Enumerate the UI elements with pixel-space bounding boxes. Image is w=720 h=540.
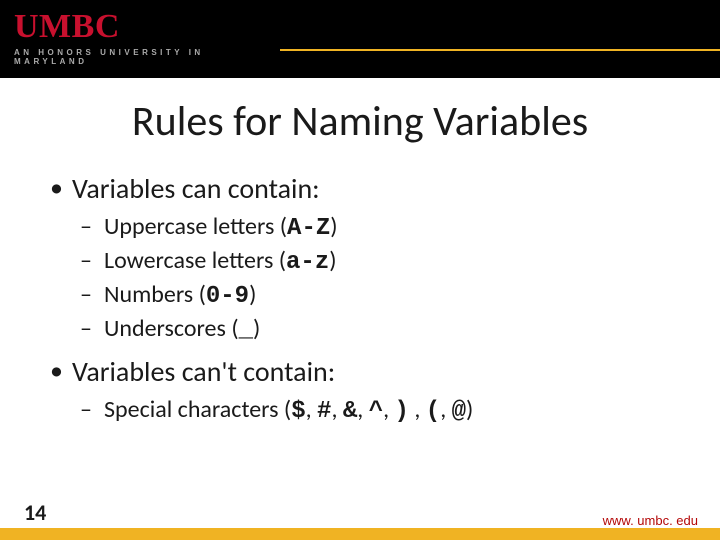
logo-tagline: AN HONORS UNIVERSITY IN MARYLAND: [14, 48, 280, 66]
footer: 14 www. umbc. edu: [0, 522, 720, 540]
bullet-text: ): [253, 314, 260, 343]
bullet-level2: Numbers (0-9): [80, 280, 676, 310]
code-span: _: [239, 317, 253, 344]
code-span: #: [317, 398, 331, 425]
code-span: 0-9: [206, 283, 249, 310]
bullet-text: ): [249, 280, 256, 309]
code-span: A-Z: [287, 215, 330, 242]
logo-text: UMBC: [14, 8, 280, 46]
bullet-text: ,: [409, 395, 426, 424]
code-span: a-z: [286, 249, 329, 276]
bullet-level1: Variables can't contain:: [44, 354, 676, 389]
bullet-level2: Lowercase letters (a-z): [80, 246, 676, 276]
bullet-text: ,: [383, 395, 394, 424]
bullet-level1: Variables can contain:: [44, 171, 676, 206]
bullet-text: ,: [357, 395, 368, 424]
bullet-level2: Special characters ($, #, &, ^, ) , (, @…: [80, 395, 676, 425]
code-span: ^: [369, 398, 383, 425]
code-span: (: [426, 398, 440, 425]
bullet-text: Underscores (: [104, 314, 239, 343]
logo-background: UMBC AN HONORS UNIVERSITY IN MARYLAND: [0, 0, 280, 78]
bullet-text: ): [466, 395, 473, 424]
bullet-text: Special characters (: [104, 395, 291, 424]
logo: UMBC AN HONORS UNIVERSITY IN MARYLAND: [14, 8, 280, 66]
bullet-text: Numbers (: [104, 280, 206, 309]
slide-content: Variables can contain: Uppercase letters…: [44, 171, 676, 425]
bullet-level2: Underscores (_): [80, 314, 676, 344]
code-span: &: [343, 398, 357, 425]
bullet-text: ,: [440, 395, 451, 424]
bullet-text: ,: [331, 395, 342, 424]
slide-title: Rules for Naming Variables: [0, 96, 720, 147]
bullet-text: Lowercase letters (: [104, 246, 286, 275]
bullet-text: ): [329, 246, 336, 275]
bullet-level2: Uppercase letters (A-Z): [80, 212, 676, 242]
bullet-text: Uppercase letters (: [104, 212, 287, 241]
header-bar: UMBC AN HONORS UNIVERSITY IN MARYLAND: [0, 0, 720, 78]
slide: UMBC AN HONORS UNIVERSITY IN MARYLAND Ru…: [0, 0, 720, 540]
footer-bar: [0, 528, 720, 540]
code-span: @: [452, 398, 466, 425]
bullet-text: ,: [306, 395, 317, 424]
page-number: 14: [24, 499, 46, 526]
code-span: ): [395, 398, 409, 425]
bullet-text: ): [330, 212, 337, 241]
footer-url: www. umbc. edu: [603, 513, 698, 528]
code-span: $: [291, 398, 305, 425]
